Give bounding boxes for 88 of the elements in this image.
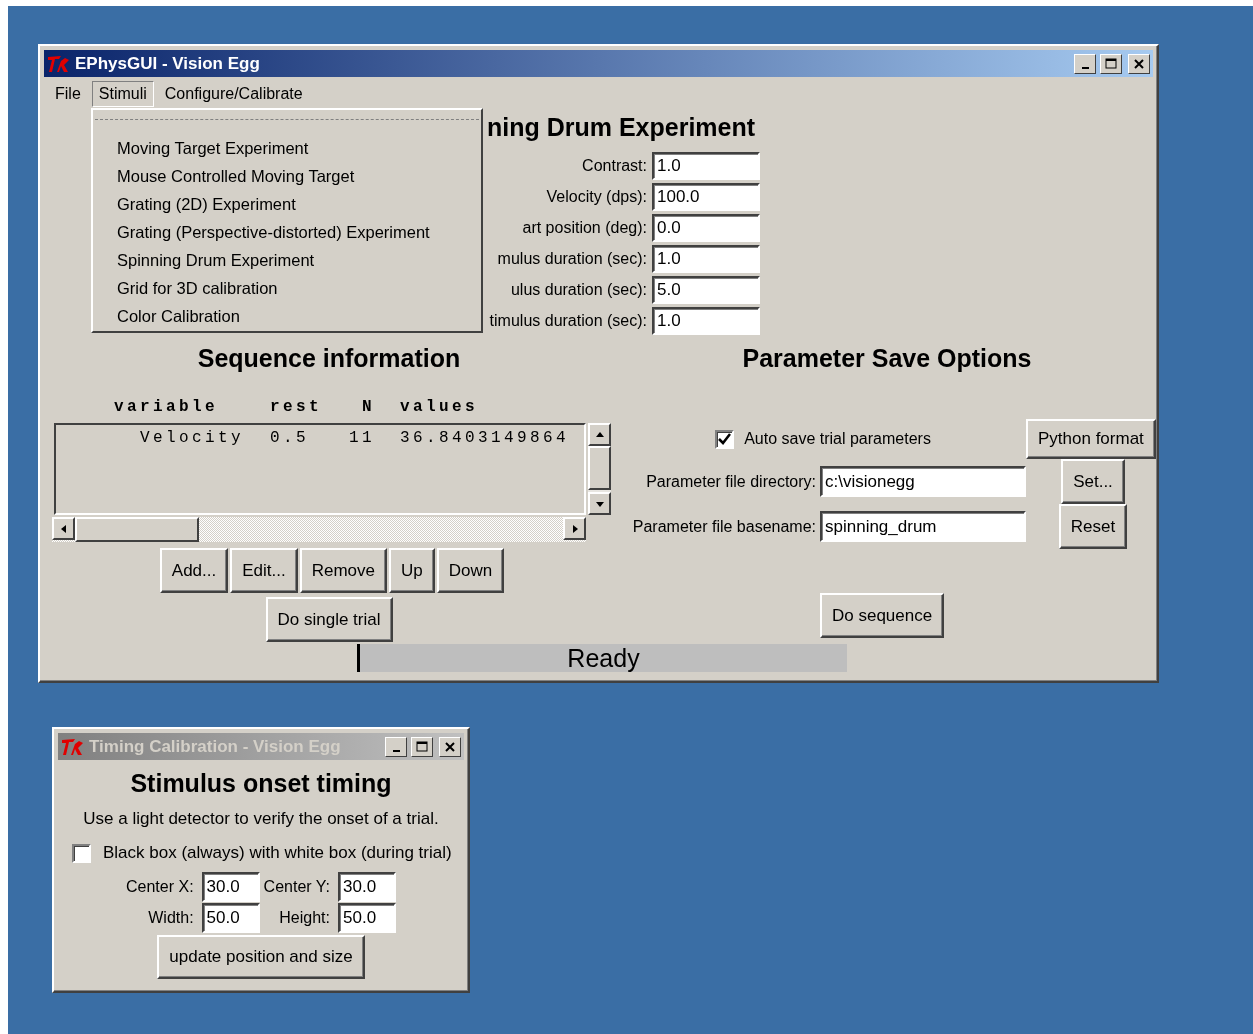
close-button[interactable] (439, 736, 461, 757)
menu-item[interactable]: File (48, 80, 88, 107)
update-button[interactable]: update position and size (157, 935, 365, 979)
horizontal-scrollbar[interactable] (52, 517, 586, 542)
menu-item[interactable]: Stimuli (91, 80, 154, 107)
close-button[interactable] (1128, 53, 1150, 74)
maximize-button[interactable] (411, 736, 433, 757)
input-field[interactable]: 1.0 (652, 307, 760, 335)
field-label: ulus duration (sec): (510, 281, 647, 298)
sequence-button[interactable]: Remove (299, 548, 387, 593)
scroll-thumb[interactable] (75, 517, 199, 542)
checkbox-label: Auto save trial parameters (744, 430, 931, 448)
tk-logo-icon (61, 736, 85, 757)
dialog-heading: Stimulus onset timing (130, 768, 392, 799)
form-heading: ning Drum Experiment (487, 112, 757, 143)
field-label: Center X: (126, 878, 195, 896)
menu-entry[interactable]: Spinning Drum Experiment (95, 246, 479, 274)
sequence-button[interactable]: Down (436, 548, 505, 593)
tk-logo-icon (47, 53, 71, 74)
input-field[interactable]: 30.0 (201, 872, 260, 902)
input-field[interactable]: 30.0 (338, 872, 396, 902)
menu-entry[interactable]: Mouse Controlled Moving Target (95, 162, 479, 190)
single-trial-button[interactable]: Do single trial (265, 597, 393, 642)
minimize-button[interactable] (1074, 53, 1096, 74)
field-label: art position (deg): (522, 219, 647, 236)
menu-entry[interactable]: Grating (2D) Experiment (95, 190, 479, 218)
field-label: Height: (278, 909, 331, 927)
field-label: timulus duration (sec): (489, 312, 647, 329)
maximize-icon (416, 741, 428, 752)
column-header: rest (270, 398, 323, 416)
sequence-button[interactable]: Edit... (230, 548, 298, 593)
field-label: Parameter file directory: (645, 472, 817, 491)
minimize-button[interactable] (385, 736, 407, 757)
field-label: Parameter file basename: (631, 517, 817, 536)
input-field[interactable]: 100.0 (652, 183, 760, 211)
column-header: values (400, 398, 479, 416)
sequence-run-button[interactable]: Do sequence (820, 593, 945, 638)
checkbox[interactable] (72, 843, 91, 863)
list-cell-text: Velocity (139, 429, 244, 447)
minimize-icon (1081, 66, 1089, 69)
list-cell: 36.8403149864 (400, 429, 570, 447)
menu-entry[interactable]: Grating (Perspective-distorted) Experiment (95, 218, 479, 246)
window-title: EPhysGUI - Vision Egg (75, 53, 261, 74)
close-icon (1134, 58, 1144, 69)
input-field[interactable]: spinning_drum (820, 511, 1026, 542)
field-label: Velocity (dps): (546, 188, 647, 205)
sequence-button[interactable]: Up (389, 548, 435, 593)
set-button[interactable]: Set... (1061, 459, 1125, 504)
list-cell-text: 11 (348, 429, 375, 447)
section-heading: Parameter Save Options (741, 343, 1033, 374)
input-field[interactable]: 5.0 (652, 276, 760, 304)
format-button[interactable]: Python format (1026, 419, 1156, 459)
input-field[interactable]: 50.0 (338, 903, 396, 933)
menu-item[interactable]: Configure/Calibrate (157, 80, 310, 107)
scroll-up-button[interactable] (588, 423, 611, 446)
vertical-scrollbar[interactable] (588, 423, 611, 515)
field-label: Contrast: (582, 157, 647, 174)
field-label: Width: (147, 909, 195, 927)
scroll-right-button[interactable] (563, 517, 586, 540)
scroll-left-button[interactable] (52, 517, 75, 540)
close-icon (445, 741, 455, 752)
section-heading: Sequence information (196, 343, 462, 374)
field-label: mulus duration (sec): (497, 250, 647, 267)
input-field[interactable]: 0.0 (652, 214, 760, 242)
scroll-thumb[interactable] (588, 446, 611, 490)
field-label: Center Y: (263, 878, 331, 896)
maximize-icon (1105, 58, 1117, 69)
input-field[interactable]: c:\visionegg (820, 466, 1026, 497)
input-field[interactable]: 50.0 (201, 903, 260, 933)
input-field[interactable]: 1.0 (652, 245, 760, 273)
menu-entry[interactable]: Moving Target Experiment (95, 134, 479, 162)
list-box[interactable]: Velocity 0.5 11 36.8403149864 (54, 423, 586, 515)
checkbox-label: Black box (always) with white box (during trial) (103, 843, 452, 863)
status-bar: Ready (357, 644, 847, 672)
instruction-text: Use a light detector to verify the onset of a trial. (83, 808, 439, 830)
menu-entry[interactable]: Grid for 3D calibration (95, 274, 479, 302)
minimize-icon (392, 749, 400, 752)
checkbox[interactable] (715, 429, 735, 449)
maximize-button[interactable] (1100, 53, 1122, 74)
column-header: variable (114, 398, 219, 416)
list-cell-text: 0.5 (270, 429, 310, 447)
reset-button[interactable]: Reset (1058, 504, 1128, 549)
menu-entry[interactable]: Color Calibration (95, 302, 479, 330)
input-field[interactable]: 1.0 (652, 152, 760, 180)
sequence-button[interactable]: Add... (159, 548, 229, 593)
column-header: N (361, 398, 375, 416)
scroll-down-button[interactable] (588, 492, 611, 515)
checkmark-icon (718, 433, 732, 445)
